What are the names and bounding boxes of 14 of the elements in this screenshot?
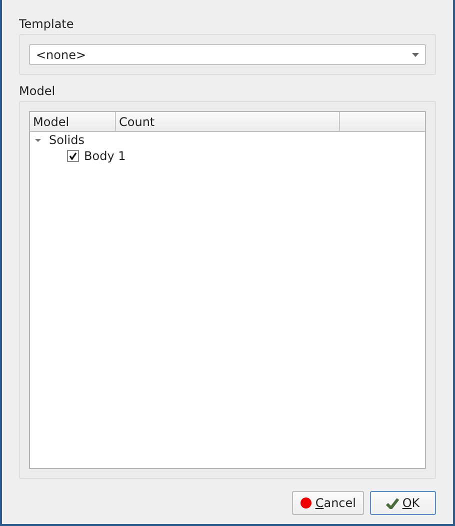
ok-button[interactable]: OK [370,491,436,515]
column-header[interactable]: Count [116,112,340,131]
tree-item[interactable]: Body 1 [84,149,126,163]
checkbox[interactable] [67,150,79,162]
template-dropdown[interactable]: <none> [29,44,426,65]
section-label: Model [19,84,56,100]
section-label: Template [19,17,75,33]
cancel-button[interactable]: Cancel [292,491,364,515]
tree-item[interactable]: Solids [49,133,84,147]
checkmark-icon [386,498,400,508]
caret-icon [412,52,419,56]
expanded-arrow-icon[interactable] [35,136,42,144]
column-header[interactable]: Model [30,112,116,131]
stop-icon [300,497,312,509]
